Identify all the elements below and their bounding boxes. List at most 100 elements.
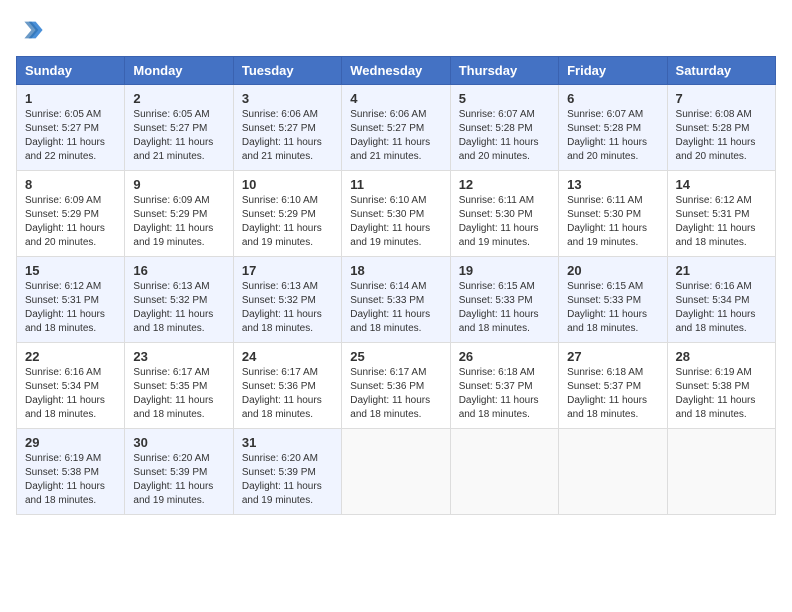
day-number: 4 — [350, 91, 441, 106]
day-number: 15 — [25, 263, 116, 278]
day-info: Sunrise: 6:17 AMSunset: 5:36 PMDaylight:… — [350, 367, 430, 420]
day-number: 7 — [676, 91, 767, 106]
day-number: 26 — [459, 349, 550, 364]
calendar-day-cell: 6Sunrise: 6:07 AMSunset: 5:28 PMDaylight… — [559, 85, 667, 171]
day-number: 23 — [133, 349, 224, 364]
day-info: Sunrise: 6:07 AMSunset: 5:28 PMDaylight:… — [567, 109, 647, 162]
day-info: Sunrise: 6:15 AMSunset: 5:33 PMDaylight:… — [459, 281, 539, 334]
calendar-day-cell: 12 Sunrise: 6:11 AMSunset: 5:30 PMDayligh… — [450, 171, 558, 257]
calendar-day-cell: 11Sunrise: 6:10 AMSunset: 5:30 PMDayligh… — [342, 171, 450, 257]
calendar-day-cell — [667, 429, 775, 515]
day-number: 12 — [459, 177, 550, 192]
day-info: Sunrise: 6:06 AMSunset: 5:27 PMDaylight:… — [242, 109, 322, 162]
calendar-day-cell: 15 Sunrise: 6:12 AMSunset: 5:31 PMDayligh… — [17, 257, 125, 343]
calendar-day-header: Thursday — [450, 57, 558, 85]
calendar-day-cell: 24 Sunrise: 6:17 AMSunset: 5:36 PMDayligh… — [233, 343, 341, 429]
day-number: 19 — [459, 263, 550, 278]
day-info: Sunrise: 6:17 AMSunset: 5:35 PMDaylight:… — [133, 367, 213, 420]
day-info: Sunrise: 6:20 AMSunset: 5:39 PMDaylight:… — [133, 453, 213, 506]
day-number: 29 — [25, 435, 116, 450]
day-info: Sunrise: 6:16 AMSunset: 5:34 PMDaylight:… — [676, 281, 756, 334]
calendar-day-cell: 14Sunrise: 6:12 AMSunset: 5:31 PMDayligh… — [667, 171, 775, 257]
calendar-week-row: 1 Sunrise: 6:05 AMSunset: 5:27 PMDaylight… — [17, 85, 776, 171]
day-number: 16 — [133, 263, 224, 278]
calendar-table: SundayMondayTuesdayWednesdayThursdayFrid… — [16, 56, 776, 515]
day-number: 10 — [242, 177, 333, 192]
calendar-header-row: SundayMondayTuesdayWednesdayThursdayFrid… — [17, 57, 776, 85]
calendar-day-cell: 4 Sunrise: 6:06 AMSunset: 5:27 PMDaylight… — [342, 85, 450, 171]
day-info: Sunrise: 6:14 AMSunset: 5:33 PMDaylight:… — [350, 281, 430, 334]
day-info: Sunrise: 6:05 AMSunset: 5:27 PMDaylight:… — [133, 109, 213, 162]
day-info: Sunrise: 6:07 AMSunset: 5:28 PMDaylight:… — [459, 109, 539, 162]
calendar-week-row: 22Sunrise: 6:16 AMSunset: 5:34 PMDayligh… — [17, 343, 776, 429]
day-info: Sunrise: 6:06 AMSunset: 5:27 PMDaylight:… — [350, 109, 430, 162]
calendar-day-cell: 16Sunrise: 6:13 AMSunset: 5:32 PMDayligh… — [125, 257, 233, 343]
day-info: Sunrise: 6:10 AMSunset: 5:29 PMDaylight:… — [242, 195, 322, 248]
day-info: Sunrise: 6:18 AMSunset: 5:37 PMDaylight:… — [459, 367, 539, 420]
day-number: 2 — [133, 91, 224, 106]
day-number: 30 — [133, 435, 224, 450]
calendar-day-cell: 8 Sunrise: 6:09 AMSunset: 5:29 PMDaylight… — [17, 171, 125, 257]
calendar-day-cell: 21 Sunrise: 6:16 AMSunset: 5:34 PMDayligh… — [667, 257, 775, 343]
day-number: 21 — [676, 263, 767, 278]
logo-icon — [16, 16, 44, 44]
calendar-day-header: Saturday — [667, 57, 775, 85]
day-number: 27 — [567, 349, 658, 364]
calendar-day-cell — [450, 429, 558, 515]
calendar-day-cell: 3 Sunrise: 6:06 AMSunset: 5:27 PMDaylight… — [233, 85, 341, 171]
calendar-day-cell: 10 Sunrise: 6:10 AMSunset: 5:29 PMDayligh… — [233, 171, 341, 257]
day-number: 3 — [242, 91, 333, 106]
calendar-day-cell: 27 Sunrise: 6:18 AMSunset: 5:37 PMDayligh… — [559, 343, 667, 429]
day-number: 13 — [567, 177, 658, 192]
day-info: Sunrise: 6:11 AMSunset: 5:30 PMDaylight:… — [567, 195, 647, 248]
day-number: 5 — [459, 91, 550, 106]
calendar-day-cell: 23 Sunrise: 6:17 AMSunset: 5:35 PMDayligh… — [125, 343, 233, 429]
calendar-day-cell — [342, 429, 450, 515]
day-info: Sunrise: 6:09 AMSunset: 5:29 PMDaylight:… — [133, 195, 213, 248]
calendar-day-cell: 25 Sunrise: 6:17 AMSunset: 5:36 PMDayligh… — [342, 343, 450, 429]
calendar-day-header: Friday — [559, 57, 667, 85]
day-info: Sunrise: 6:15 AMSunset: 5:33 PMDaylight:… — [567, 281, 647, 334]
day-info: Sunrise: 6:08 AMSunset: 5:28 PMDaylight:… — [676, 109, 756, 162]
day-info: Sunrise: 6:12 AMSunset: 5:31 PMDaylight:… — [25, 281, 105, 334]
calendar-day-cell: 1 Sunrise: 6:05 AMSunset: 5:27 PMDaylight… — [17, 85, 125, 171]
calendar-day-cell: 7 Sunrise: 6:08 AMSunset: 5:28 PMDaylight… — [667, 85, 775, 171]
calendar-week-row: 8 Sunrise: 6:09 AMSunset: 5:29 PMDaylight… — [17, 171, 776, 257]
calendar-day-cell: 17Sunrise: 6:13 AMSunset: 5:32 PMDayligh… — [233, 257, 341, 343]
day-number: 9 — [133, 177, 224, 192]
day-info: Sunrise: 6:17 AMSunset: 5:36 PMDaylight:… — [242, 367, 322, 420]
day-info: Sunrise: 6:19 AMSunset: 5:38 PMDaylight:… — [676, 367, 756, 420]
day-number: 8 — [25, 177, 116, 192]
calendar-day-cell: 13 Sunrise: 6:11 AMSunset: 5:30 PMDayligh… — [559, 171, 667, 257]
calendar-day-cell: 26 Sunrise: 6:18 AMSunset: 5:37 PMDayligh… — [450, 343, 558, 429]
calendar-day-cell: 9 Sunrise: 6:09 AMSunset: 5:29 PMDaylight… — [125, 171, 233, 257]
day-number: 1 — [25, 91, 116, 106]
calendar-day-header: Sunday — [17, 57, 125, 85]
day-number: 25 — [350, 349, 441, 364]
calendar-day-cell: 5 Sunrise: 6:07 AMSunset: 5:28 PMDaylight… — [450, 85, 558, 171]
calendar-day-cell — [559, 429, 667, 515]
day-info: Sunrise: 6:09 AMSunset: 5:29 PMDaylight:… — [25, 195, 105, 248]
day-info: Sunrise: 6:11 AMSunset: 5:30 PMDaylight:… — [459, 195, 539, 248]
day-info: Sunrise: 6:20 AMSunset: 5:39 PMDaylight:… — [242, 453, 322, 506]
calendar-day-header: Tuesday — [233, 57, 341, 85]
calendar-day-header: Wednesday — [342, 57, 450, 85]
calendar-day-cell: 31 Sunrise: 6:20 AMSunset: 5:39 PMDayligh… — [233, 429, 341, 515]
day-info: Sunrise: 6:10 AMSunset: 5:30 PMDaylight:… — [350, 195, 430, 248]
calendar-week-row: 15 Sunrise: 6:12 AMSunset: 5:31 PMDayligh… — [17, 257, 776, 343]
calendar-day-header: Monday — [125, 57, 233, 85]
day-number: 31 — [242, 435, 333, 450]
page-header — [16, 16, 776, 44]
calendar-day-cell: 18 Sunrise: 6:14 AMSunset: 5:33 PMDayligh… — [342, 257, 450, 343]
calendar-day-cell: 19 Sunrise: 6:15 AMSunset: 5:33 PMDayligh… — [450, 257, 558, 343]
day-info: Sunrise: 6:05 AMSunset: 5:27 PMDaylight:… — [25, 109, 105, 162]
day-info: Sunrise: 6:18 AMSunset: 5:37 PMDaylight:… — [567, 367, 647, 420]
calendar-day-cell: 20 Sunrise: 6:15 AMSunset: 5:33 PMDayligh… — [559, 257, 667, 343]
day-number: 20 — [567, 263, 658, 278]
day-number: 24 — [242, 349, 333, 364]
day-number: 18 — [350, 263, 441, 278]
day-info: Sunrise: 6:12 AMSunset: 5:31 PMDaylight:… — [676, 195, 756, 248]
day-number: 28 — [676, 349, 767, 364]
calendar-week-row: 29Sunrise: 6:19 AMSunset: 5:38 PMDayligh… — [17, 429, 776, 515]
logo — [16, 16, 48, 44]
